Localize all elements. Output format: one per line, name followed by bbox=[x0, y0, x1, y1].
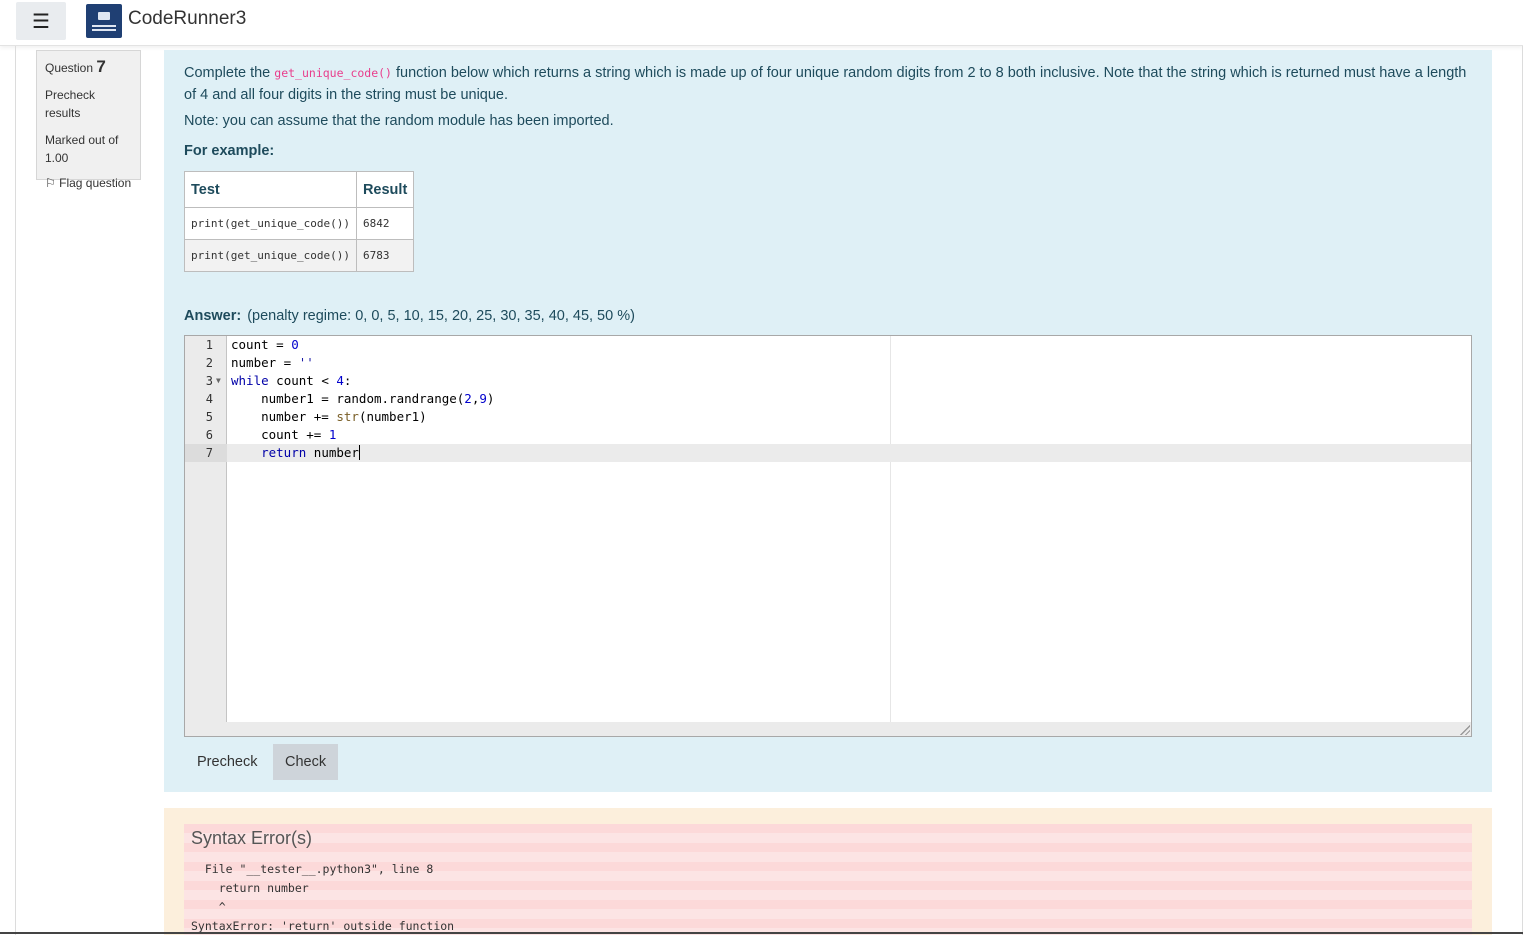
university-logo[interactable] bbox=[86, 4, 122, 38]
question-text: Complete the get_unique_code() function … bbox=[184, 65, 1467, 103]
line-number: 4 bbox=[205, 392, 213, 406]
question-info-box: Question 7 Precheck results Marked out o… bbox=[36, 50, 141, 190]
syntax-error-block: Syntax Error(s) File "__tester__.python3… bbox=[184, 824, 1472, 935]
text-cursor bbox=[358, 445, 360, 460]
code-line[interactable]: 4 number1 = random.randrange(2,9) bbox=[185, 390, 1471, 408]
question-note: Note: you can assume that the random mod… bbox=[184, 113, 614, 129]
line-number: 3 bbox=[205, 374, 213, 388]
table-header-test: Test bbox=[184, 171, 357, 208]
code-line[interactable]: 3 ▼ while count < 4: bbox=[185, 372, 1471, 390]
error-message: File "__tester__.python3", line 8 return… bbox=[191, 862, 455, 933]
for-example-heading: For example: bbox=[184, 143, 275, 159]
code-line[interactable]: 5 number += str(number1) bbox=[185, 408, 1471, 426]
question-grade: Marked out of 1.00 bbox=[45, 133, 119, 165]
table-cell-test: print(get_unique_code()) bbox=[184, 207, 357, 240]
top-navbar: ☰ CodeRunner3 bbox=[0, 0, 1523, 46]
resize-handle-icon[interactable] bbox=[1460, 725, 1470, 735]
line-number: 6 bbox=[205, 428, 213, 442]
line-number: 2 bbox=[205, 356, 213, 370]
question-number: Question 7 bbox=[45, 57, 106, 76]
fold-arrow-icon[interactable]: ▼ bbox=[216, 372, 221, 390]
table-cell-result: 6842 bbox=[355, 207, 415, 240]
table-row: print(get_unique_code()) 6783 bbox=[184, 239, 415, 272]
site-name[interactable]: CodeRunner3 bbox=[128, 8, 246, 30]
check-button[interactable]: Check bbox=[273, 744, 339, 780]
table-row: print(get_unique_code()) 6842 bbox=[184, 207, 415, 240]
flag-icon: ⚐ bbox=[45, 176, 56, 190]
flag-question-link[interactable]: ⚐ Flag question bbox=[45, 176, 132, 190]
precheck-button[interactable]: Precheck bbox=[185, 744, 269, 780]
error-title: Syntax Error(s) bbox=[191, 828, 313, 848]
table-cell-test: print(get_unique_code()) bbox=[184, 239, 357, 272]
answer-label: Answer: (penalty regime: 0, 0, 5, 10, 15,… bbox=[184, 308, 635, 324]
code-line[interactable]: 7 return number bbox=[185, 444, 1471, 462]
outcome-panel: Syntax Error(s) File "__tester__.python3… bbox=[164, 808, 1492, 935]
function-name: get_unique_code() bbox=[274, 66, 392, 80]
line-number: 1 bbox=[205, 338, 213, 352]
table-header-result: Result bbox=[355, 171, 415, 208]
code-lines[interactable]: 1 count = 0 2 number = '' 3 ▼ while coun… bbox=[185, 336, 1471, 462]
line-number: 5 bbox=[205, 410, 213, 424]
question-state: Precheck results bbox=[45, 88, 96, 120]
code-editor[interactable]: 1 count = 0 2 number = '' 3 ▼ while coun… bbox=[184, 335, 1472, 737]
code-line[interactable]: 1 count = 0 bbox=[185, 336, 1471, 354]
examples-table: Test Result print(get_unique_code()) 684… bbox=[184, 171, 415, 272]
code-line[interactable]: 2 number = '' bbox=[185, 354, 1471, 372]
table-cell-result: 6783 bbox=[355, 239, 415, 272]
page-border-left bbox=[15, 46, 16, 935]
hamburger-menu-icon[interactable]: ☰ bbox=[16, 2, 66, 40]
line-number: 7 bbox=[205, 446, 213, 460]
code-line[interactable]: 6 count += 1 bbox=[185, 426, 1471, 444]
bottom-edge bbox=[0, 932, 1523, 934]
editor-scrollbar-area bbox=[185, 722, 1471, 736]
question-formulation: Complete the get_unique_code() function … bbox=[164, 50, 1492, 792]
